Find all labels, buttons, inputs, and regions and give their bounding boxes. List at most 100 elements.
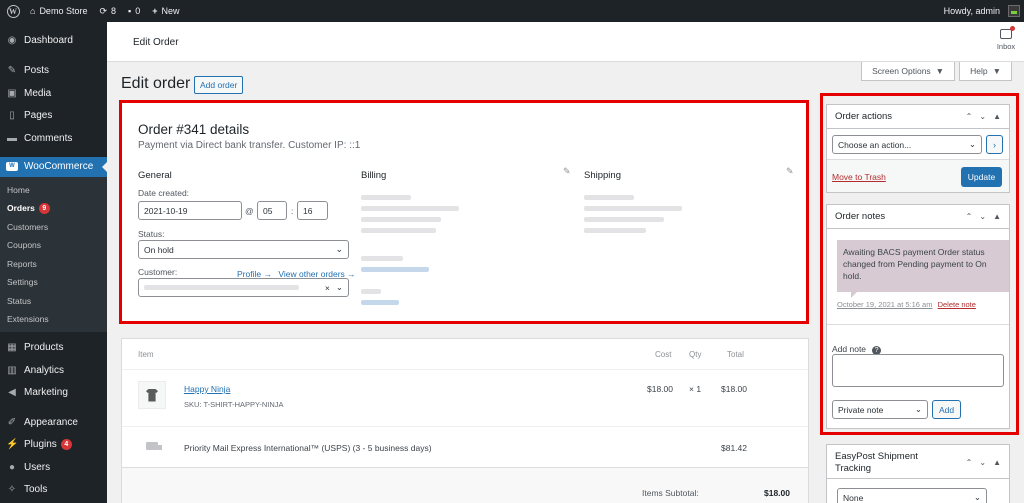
shipping-heading: Shipping: [584, 170, 621, 181]
submenu-extensions[interactable]: Extensions: [0, 310, 107, 329]
apply-action-button[interactable]: ›: [986, 135, 1003, 154]
total-column-header: Total: [727, 350, 744, 359]
box-controls: ⌃ ⌄ ▲: [966, 451, 1001, 478]
menu-users[interactable]: ● Users: [0, 456, 107, 479]
update-button[interactable]: Update: [961, 167, 1002, 187]
submenu-status[interactable]: Status: [0, 292, 107, 311]
totals-area: Items Subtotal: $18.00: [122, 467, 808, 503]
delete-note-link[interactable]: Delete note: [938, 300, 976, 309]
users-icon: ●: [8, 461, 16, 473]
account-menu[interactable]: Howdy, admin: [938, 0, 1024, 22]
order-items-panel: Item Cost Qty Total Happy Ninja SKU: T-S…: [121, 338, 809, 503]
move-down-icon[interactable]: ⌄: [979, 212, 986, 221]
date-created-label: Date created:: [138, 188, 190, 198]
billing-blurred-line: [361, 256, 403, 261]
menu-tools[interactable]: ✧ Tools: [0, 479, 107, 502]
note-type-select[interactable]: Private note ⌄: [832, 400, 928, 419]
submenu-reports[interactable]: Reports: [0, 255, 107, 274]
menu-woocommerce[interactable]: W WooCommerce: [0, 156, 107, 177]
divider: [827, 324, 1009, 325]
items-subtotal-value: $18.00: [764, 488, 790, 498]
easypost-select[interactable]: None ⌄: [837, 488, 987, 503]
wrench-icon: ✧: [7, 484, 17, 496]
menu-products[interactable]: ▦ Products: [0, 337, 107, 360]
product-thumbnail: [138, 381, 166, 409]
order-actions-header: Order actions ⌃ ⌄ ▲: [827, 105, 1009, 129]
clear-customer-icon[interactable]: ×: [325, 283, 330, 293]
customer-select[interactable]: × ⌄: [138, 278, 349, 297]
wordpress-logo-icon[interactable]: W: [2, 0, 24, 22]
move-up-icon[interactable]: ⌃: [966, 458, 973, 478]
shipping-blurred-line: [584, 206, 682, 211]
date-created-input[interactable]: 2021-10-19: [138, 201, 242, 220]
menu-pages[interactable]: ▯ Pages: [0, 105, 107, 128]
billing-blurred-phone: [361, 300, 399, 305]
order-action-select[interactable]: Choose an action... ⌄: [832, 135, 982, 154]
chevron-down-icon: ⌄: [968, 139, 976, 149]
move-up-icon[interactable]: ⌃: [966, 112, 973, 121]
menu-appearance[interactable]: ✐ Appearance: [0, 411, 107, 434]
menu-comments[interactable]: ▬ Comments: [0, 127, 107, 150]
submenu-orders[interactable]: Orders 9: [0, 199, 107, 218]
shipping-truck-icon: [146, 442, 162, 450]
move-down-icon[interactable]: ⌄: [979, 458, 986, 478]
billing-blurred-line: [361, 228, 436, 233]
move-up-icon[interactable]: ⌃: [966, 212, 973, 221]
menu-media[interactable]: ▣ Media: [0, 82, 107, 105]
add-order-button[interactable]: Add order: [194, 76, 244, 94]
chevron-down-icon: ⌄: [335, 244, 343, 254]
add-note-button[interactable]: Add: [932, 400, 961, 419]
time-colon: :: [291, 206, 294, 216]
submenu-settings[interactable]: Settings: [0, 273, 107, 292]
menu-analytics[interactable]: ▥ Analytics: [0, 359, 107, 382]
collapse-toggle-icon[interactable]: ▲: [993, 112, 1001, 121]
billing-heading: Billing: [361, 170, 387, 181]
edit-shipping-pencil-icon[interactable]: ✎: [786, 166, 794, 177]
customer-label: Customer:: [138, 267, 178, 277]
comment-icon: ▪: [128, 6, 132, 16]
product-sku: SKU: T-SHIRT-HAPPY-NINJA: [184, 400, 284, 409]
page-title: Edit order: [121, 75, 191, 92]
inbox-button[interactable]: Inbox: [994, 26, 1018, 51]
edit-billing-pencil-icon[interactable]: ✎: [563, 166, 571, 177]
avatar: [1008, 5, 1020, 17]
analytics-icon: ▥: [7, 364, 17, 376]
caret-down-icon: ▼: [935, 66, 945, 76]
box-controls: ⌃ ⌄ ▲: [966, 112, 1009, 121]
screen-options-button[interactable]: Screen Options ▼: [861, 62, 956, 81]
orders-count-badge: 9: [38, 202, 50, 214]
billing-blurred-line: [361, 195, 411, 200]
order-status-select[interactable]: On hold ⌄: [138, 240, 349, 259]
help-button[interactable]: Help ▼: [959, 62, 1012, 81]
pin-icon: ✎: [7, 65, 17, 77]
plugin-icon: ⚡: [6, 439, 19, 451]
submenu-customers[interactable]: Customers: [0, 218, 107, 237]
shipping-blurred-line: [584, 217, 664, 222]
collapse-toggle-icon[interactable]: ▲: [993, 212, 1001, 221]
site-name-link[interactable]: ⌂ Demo Store: [24, 0, 93, 22]
item-total: $18.00: [721, 384, 747, 394]
item-qty: × 1: [689, 384, 702, 394]
add-note-textarea[interactable]: [832, 354, 1004, 387]
product-name-link[interactable]: Happy Ninja: [184, 384, 230, 394]
menu-marketing[interactable]: ◀ Marketing: [0, 382, 107, 405]
submenu-home[interactable]: Home: [0, 181, 107, 200]
menu-posts[interactable]: ✎ Posts: [0, 60, 107, 83]
hour-input[interactable]: 05: [257, 201, 287, 220]
plugins-count-badge: 4: [60, 439, 72, 451]
comments-link[interactable]: ▪ 0: [122, 0, 146, 22]
move-down-icon[interactable]: ⌄: [979, 112, 986, 121]
menu-plugins[interactable]: ⚡ Plugins 4: [0, 434, 107, 457]
easypost-header: EasyPost Shipment Tracking ⌃ ⌄ ▲: [827, 445, 1009, 479]
collapse-toggle-icon[interactable]: ▲: [993, 458, 1001, 478]
minute-input[interactable]: 16: [297, 201, 328, 220]
menu-dashboard[interactable]: ◉ Dashboard: [0, 29, 107, 52]
admin-sidebar: ◉ Dashboard ✎ Posts ▣ Media ▯ Pages ▬ Comment…: [0, 22, 107, 503]
plus-icon: +: [152, 6, 158, 16]
submenu-coupons[interactable]: Coupons: [0, 236, 107, 255]
move-to-trash-link[interactable]: Move to Trash: [832, 172, 886, 182]
updates-link[interactable]: ⟳ 8: [93, 0, 122, 22]
general-heading: General: [138, 170, 172, 181]
new-content-link[interactable]: + New: [146, 0, 185, 22]
order-title: Order #341 details: [138, 122, 250, 137]
